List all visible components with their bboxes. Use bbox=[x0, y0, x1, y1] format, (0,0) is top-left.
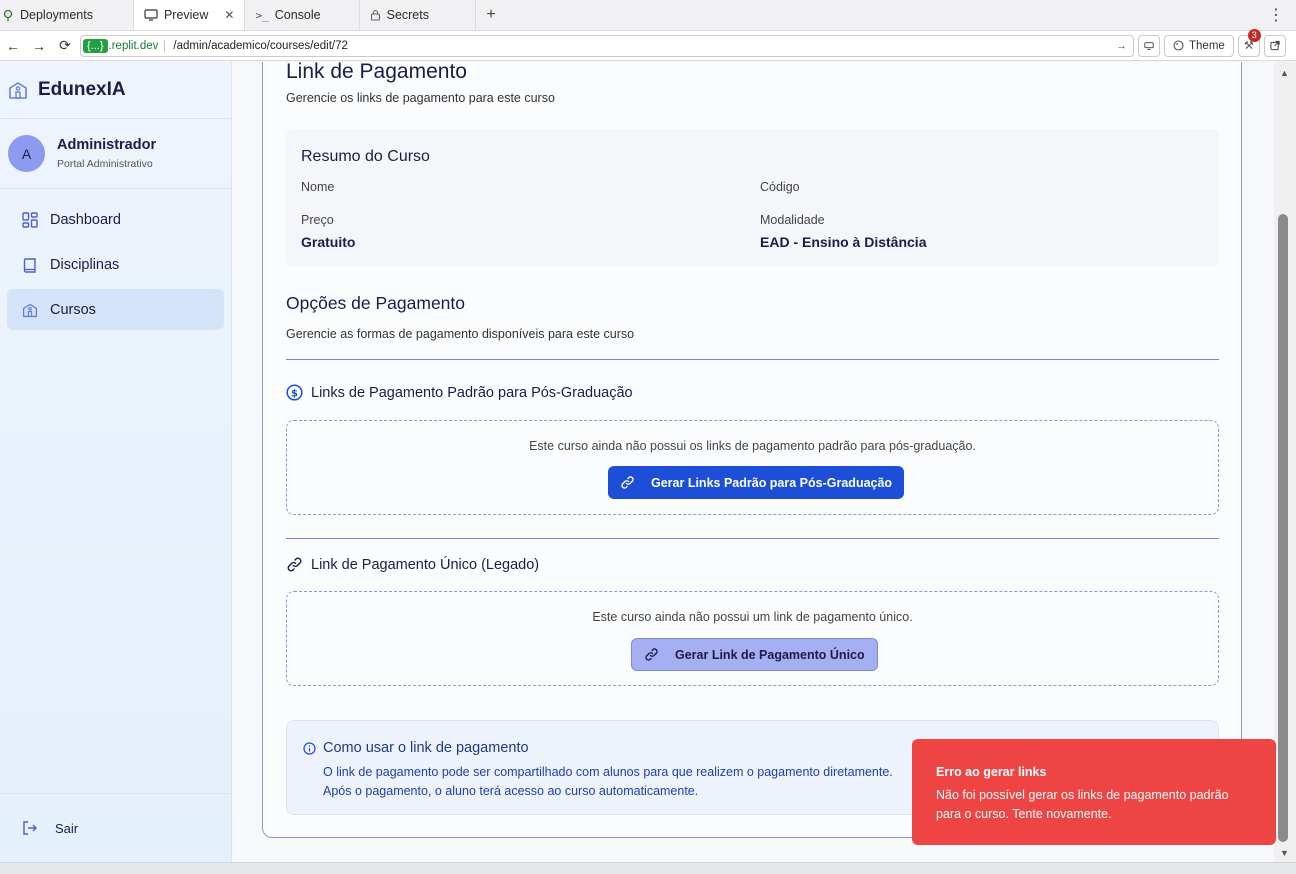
page-title: Link de Pagamento bbox=[286, 62, 467, 83]
scroll-up-icon[interactable]: ▲ bbox=[1280, 68, 1289, 78]
toast-description: Não foi possível gerar os links de pagam… bbox=[936, 788, 1229, 821]
standard-links-empty-text: Este curso ainda não possui os links de … bbox=[529, 439, 976, 453]
sidebar-item-dashboard[interactable]: Dashboard bbox=[7, 199, 224, 240]
brand: EdunexIA bbox=[0, 62, 231, 119]
logout-button[interactable]: Sair bbox=[0, 793, 231, 862]
url-host: .replit.dev bbox=[108, 39, 159, 52]
url-path: /admin/academico/courses/edit/72 bbox=[164, 39, 348, 52]
sidebar-item-label: Dashboard bbox=[50, 211, 121, 228]
tab-secrets[interactable]: Secrets bbox=[360, 0, 476, 30]
info-title: Como usar o link de pagamento bbox=[303, 740, 529, 756]
tab-label: Preview bbox=[163, 8, 209, 22]
terminal-icon: >_ bbox=[255, 8, 269, 22]
user-role: Portal Administrativo bbox=[57, 158, 153, 170]
theme-label: Theme bbox=[1189, 39, 1225, 52]
address-bar: ← → ⟳ {...} .replit.dev /admin/academico… bbox=[0, 28, 1296, 61]
tab-deployments[interactable]: Deployments bbox=[0, 0, 134, 30]
tab-console[interactable]: >_ Console bbox=[245, 0, 360, 30]
user-name: Administrador bbox=[57, 137, 157, 153]
tab-label: Deployments bbox=[20, 8, 93, 22]
standard-links-heading: $ Links de Pagamento Padrão para Pós-Gra… bbox=[286, 384, 633, 401]
summary-title: Resumo do Curso bbox=[301, 148, 430, 165]
monitor-icon bbox=[144, 9, 158, 21]
payment-card: Link de Pagamento Gerencie os links de p… bbox=[262, 62, 1242, 838]
avatar: A bbox=[8, 135, 45, 172]
sidebar: EdunexIA A Administrador Portal Administ… bbox=[0, 62, 232, 862]
device-toggle-icon[interactable] bbox=[1138, 34, 1160, 57]
book-icon bbox=[22, 257, 38, 273]
lock-icon bbox=[370, 9, 381, 21]
modality-value: EAD - Ensino à Distância bbox=[760, 234, 927, 250]
link-icon bbox=[286, 556, 303, 573]
tab-label: Console bbox=[274, 8, 321, 22]
browser-tab-bar: Deployments Preview ✕ >_ Console Secrets… bbox=[0, 0, 1296, 31]
scroll-down-icon[interactable]: ▼ bbox=[1280, 848, 1289, 858]
single-link-box: Este curso ainda não possui um link de p… bbox=[286, 591, 1219, 686]
code-label: Código bbox=[760, 180, 800, 194]
info-line-2: Após o pagamento, o aluno terá acesso ao… bbox=[323, 784, 699, 798]
go-arrow-icon[interactable]: → bbox=[1116, 40, 1127, 52]
bottom-strip bbox=[0, 862, 1296, 874]
dollar-circle-icon: $ bbox=[286, 384, 303, 401]
tab-menu-icon[interactable]: ⋮ bbox=[1256, 0, 1296, 30]
close-icon[interactable]: ✕ bbox=[224, 8, 234, 22]
toast-title: Erro ao gerar links bbox=[936, 765, 1047, 779]
brand-name: EdunexIA bbox=[38, 79, 126, 100]
standard-links-box: Este curso ainda não possui os links de … bbox=[286, 420, 1219, 515]
palette-icon bbox=[1173, 40, 1184, 51]
generate-standard-label: Gerar Links Padrão para Pós-Graduação bbox=[651, 475, 893, 490]
divider bbox=[286, 359, 1219, 360]
new-tab-button[interactable]: + bbox=[476, 0, 506, 30]
payment-options-subtitle: Gerencie as formas de pagamento disponív… bbox=[286, 327, 635, 341]
user-profile: A Administrador Portal Administrativo bbox=[0, 119, 231, 189]
scrollbar[interactable]: ▲ ▼ bbox=[1274, 62, 1296, 862]
tab-preview[interactable]: Preview ✕ bbox=[133, 0, 246, 30]
sidebar-item-label: Disciplinas bbox=[50, 256, 120, 273]
forward-arrow-icon[interactable]: → bbox=[26, 38, 52, 54]
generate-standard-links-button[interactable]: Gerar Links Padrão para Pós-Graduação bbox=[608, 466, 905, 499]
logout-icon bbox=[22, 821, 37, 835]
reload-icon[interactable]: ⟳ bbox=[52, 37, 78, 54]
logout-label: Sair bbox=[55, 820, 79, 836]
school-icon bbox=[8, 80, 28, 100]
sidebar-item-disciplinas[interactable]: Disciplinas bbox=[7, 244, 224, 285]
link-icon bbox=[620, 475, 635, 490]
back-arrow-icon[interactable]: ← bbox=[0, 38, 26, 54]
single-link-heading: Link de Pagamento Único (Legado) bbox=[286, 556, 539, 573]
name-label: Nome bbox=[301, 180, 335, 194]
modality-label: Modalidade bbox=[760, 213, 825, 227]
info-title-text: Como usar o link de pagamento bbox=[323, 740, 529, 756]
single-link-title: Link de Pagamento Único (Legado) bbox=[311, 556, 540, 573]
payment-options-title: Opções de Pagamento bbox=[286, 293, 466, 313]
svg-text:$: $ bbox=[291, 388, 298, 399]
notification-badge: 3 bbox=[1247, 28, 1261, 42]
single-link-empty-text: Este curso ainda não possui um link de p… bbox=[592, 610, 913, 624]
divider bbox=[286, 538, 1219, 539]
price-value: Gratuito bbox=[301, 234, 356, 250]
devtools-button[interactable]: ⚒ 3 bbox=[1237, 28, 1261, 57]
info-line-1: O link de pagamento pode ser compartilha… bbox=[323, 765, 893, 779]
scroll-thumb[interactable] bbox=[1278, 214, 1288, 842]
sidebar-item-label: Cursos bbox=[50, 301, 96, 318]
sidebar-item-cursos[interactable]: Cursos bbox=[7, 289, 224, 330]
school-icon bbox=[22, 302, 38, 318]
generate-single-label: Gerar Link de Pagamento Único bbox=[675, 647, 865, 662]
generate-single-link-button[interactable]: Gerar Link de Pagamento Único bbox=[631, 638, 878, 671]
open-external-icon[interactable] bbox=[1263, 34, 1286, 57]
url-chip: {...} bbox=[83, 38, 108, 53]
dashboard-icon bbox=[22, 211, 38, 228]
theme-button[interactable]: Theme bbox=[1164, 34, 1234, 57]
standard-links-title: Links de Pagamento Padrão para Pós-Gradu… bbox=[311, 384, 633, 401]
link-icon bbox=[644, 647, 659, 662]
tab-label: Secrets bbox=[386, 8, 429, 22]
course-summary: Resumo do Curso Nome Código Preço Gratui… bbox=[286, 129, 1219, 267]
deployments-icon bbox=[2, 9, 14, 21]
price-label: Preço bbox=[301, 213, 334, 227]
url-field[interactable]: {...} .replit.dev /admin/academico/cours… bbox=[80, 34, 1134, 57]
error-toast[interactable]: Erro ao gerar links Não foi possível ger… bbox=[912, 739, 1276, 845]
sidebar-nav: Dashboard Disciplinas Cursos bbox=[0, 189, 231, 330]
info-icon bbox=[303, 741, 316, 755]
page-subtitle: Gerencie os links de pagamento para este… bbox=[286, 91, 555, 105]
